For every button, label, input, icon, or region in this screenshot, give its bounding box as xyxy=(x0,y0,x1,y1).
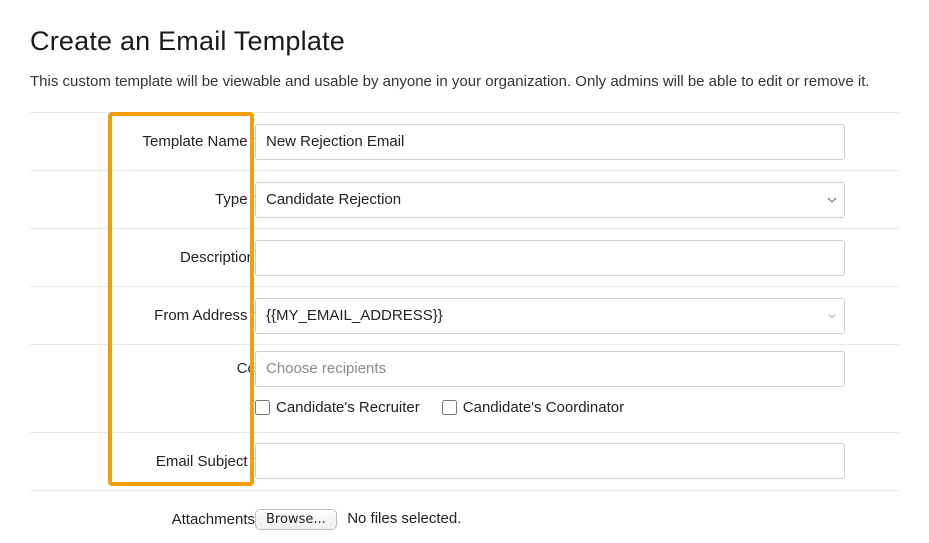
page-subtitle: This custom template will be viewable an… xyxy=(30,73,899,90)
cc-input[interactable] xyxy=(255,351,845,387)
type-label: Type xyxy=(215,191,248,208)
from-address-label: From Address xyxy=(154,307,247,324)
attachments-label: Attachments xyxy=(172,511,255,528)
cc-coordinator-checkbox[interactable]: Candidate's Coordinator xyxy=(442,399,624,416)
cc-recruiter-checkbox-label: Candidate's Recruiter xyxy=(276,399,420,416)
description-input[interactable] xyxy=(255,240,845,276)
email-subject-label: Email Subject xyxy=(156,453,248,470)
browse-button[interactable]: Browse... xyxy=(255,509,337,530)
page-title: Create an Email Template xyxy=(30,26,899,57)
template-name-input[interactable] xyxy=(255,124,845,160)
email-subject-input[interactable] xyxy=(255,443,845,479)
cc-recruiter-checkbox-input[interactable] xyxy=(255,400,270,415)
from-address-select[interactable]: {{MY_EMAIL_ADDRESS}} xyxy=(255,298,845,334)
cc-coordinator-checkbox-label: Candidate's Coordinator xyxy=(463,399,624,416)
type-select-value: Candidate Rejection xyxy=(266,191,401,208)
description-label: Description xyxy=(180,249,255,266)
cc-label: Cc xyxy=(237,360,255,377)
type-select[interactable]: Candidate Rejection xyxy=(255,182,845,218)
cc-recruiter-checkbox[interactable]: Candidate's Recruiter xyxy=(255,399,420,416)
cc-coordinator-checkbox-input[interactable] xyxy=(442,400,457,415)
template-name-label: Template Name xyxy=(143,133,248,150)
attachments-status: No files selected. xyxy=(347,510,461,527)
from-address-select-value: {{MY_EMAIL_ADDRESS}} xyxy=(266,307,443,324)
